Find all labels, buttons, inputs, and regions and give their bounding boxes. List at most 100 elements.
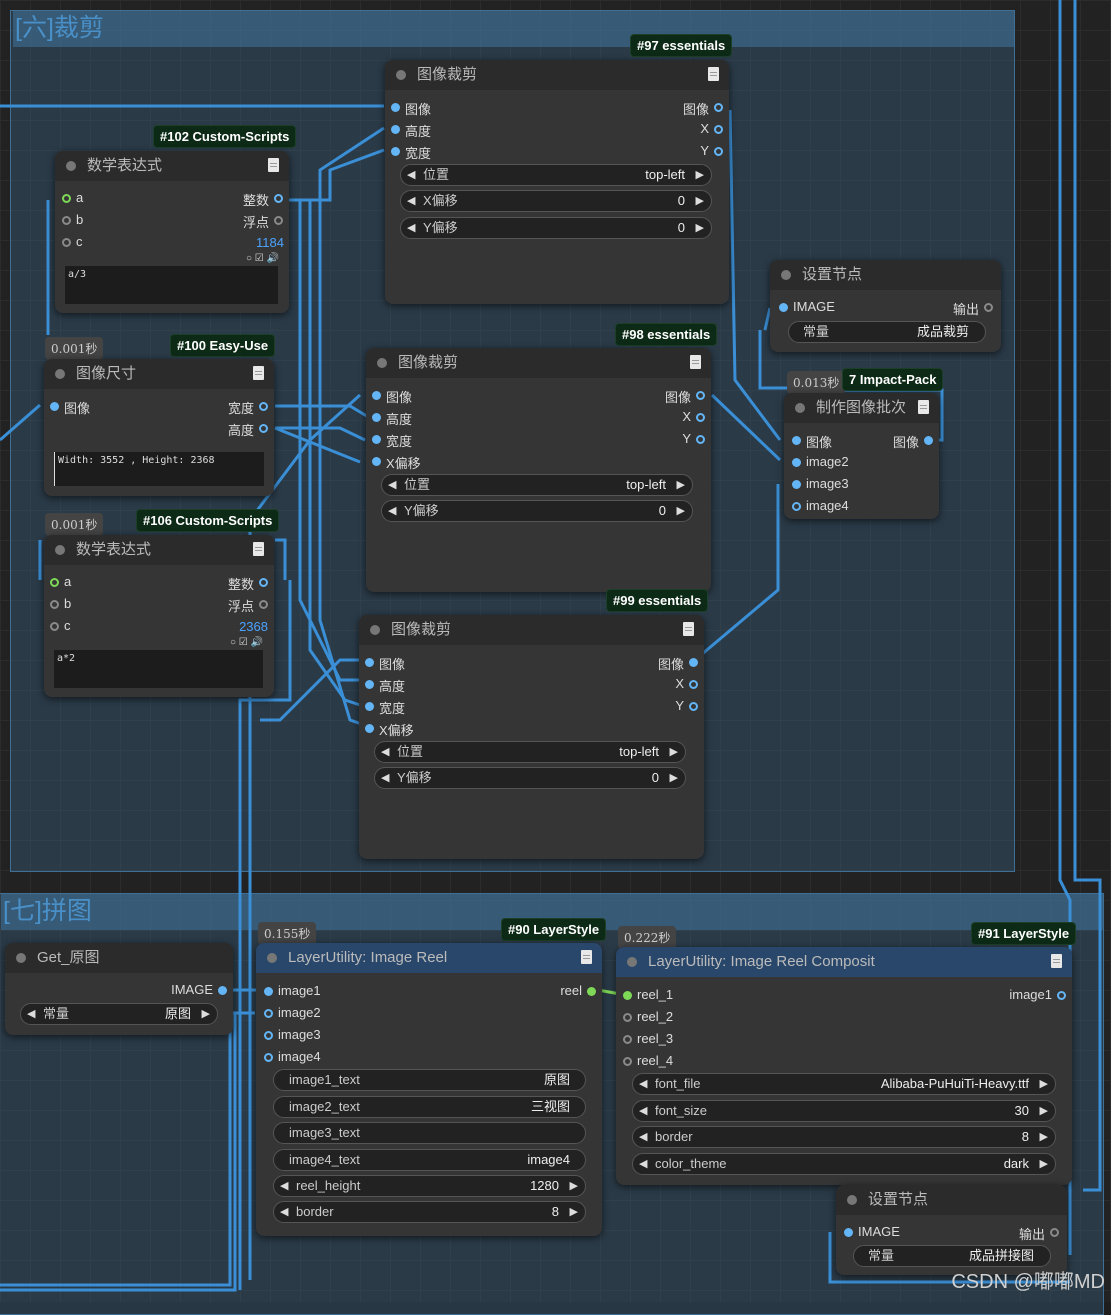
input-slot-image3[interactable]: image3: [792, 476, 849, 491]
constant-combo[interactable]: ◀ 常量 原图 ▶: [20, 1003, 218, 1025]
output-slot-float[interactable]: 浮点: [228, 596, 268, 615]
collapse-dot-icon[interactable]: [627, 957, 637, 967]
document-icon[interactable]: [918, 400, 929, 414]
expression-input[interactable]: a*2: [54, 650, 263, 688]
output-slot-y[interactable]: Y: [682, 431, 705, 446]
input-slot-reel3[interactable]: reel_3: [623, 1031, 673, 1046]
document-icon[interactable]: [253, 542, 264, 556]
input-slot-image[interactable]: 图像: [391, 99, 431, 118]
image-reel-node-90[interactable]: LayerUtility: Image Reel image1 image2 i…: [256, 943, 602, 1236]
font-file-combo[interactable]: ◀ font_file Alibaba-PuHuiTi-Heavy.ttf ▶: [632, 1073, 1056, 1095]
node-header[interactable]: 制作图像批次: [784, 393, 939, 423]
input-slot-image[interactable]: 图像: [365, 654, 405, 673]
input-slot-height[interactable]: 高度: [365, 676, 405, 695]
collapse-dot-icon[interactable]: [795, 403, 805, 413]
image-crop-node-97[interactable]: 图像裁剪 图像 高度 宽度 图像 X Y ◀ 位置 top-left ▶ ◀ X偏移 0 ▶…: [385, 60, 729, 304]
node-header[interactable]: 设置节点: [836, 1185, 1067, 1215]
make-image-batch-node[interactable]: 制作图像批次 图像 image2 image3 image4 图像: [784, 393, 939, 519]
input-slot-reel1[interactable]: reel_1: [623, 987, 673, 1002]
output-slot-float[interactable]: 浮点: [243, 212, 283, 231]
image2-text-field[interactable]: image2_text 三视图: [273, 1096, 586, 1118]
font-size-number[interactable]: ◀ font_size 30 ▶: [632, 1100, 1056, 1122]
input-slot-reel4[interactable]: reel_4: [623, 1053, 673, 1068]
border-number[interactable]: ◀ border 8 ▶: [632, 1126, 1056, 1148]
output-slot-image[interactable]: 图像: [683, 99, 723, 118]
input-slot-image4[interactable]: image4: [792, 498, 849, 513]
input-slot-b[interactable]: b: [62, 212, 83, 227]
input-slot-image[interactable]: 图像: [372, 387, 412, 406]
document-icon[interactable]: [1051, 954, 1062, 968]
input-slot-image1[interactable]: image1: [264, 983, 321, 998]
node-header[interactable]: Get_原图: [5, 943, 233, 973]
reel-height-number[interactable]: ◀ reel_height 1280 ▶: [273, 1175, 586, 1197]
input-slot-height[interactable]: 高度: [391, 121, 431, 140]
display-toggle-icons[interactable]: ○ ☑ 🔊: [230, 637, 263, 648]
input-slot-image[interactable]: 图像: [792, 432, 832, 451]
image4-text-field[interactable]: image4_text image4: [273, 1149, 586, 1171]
constant-field[interactable]: 常量 成品拼接图: [853, 1245, 1051, 1267]
get-node[interactable]: Get_原图 IMAGE ◀ 常量 原图 ▶: [5, 943, 233, 1035]
collapse-dot-icon[interactable]: [267, 953, 277, 963]
node-header[interactable]: 数学表达式: [55, 151, 289, 181]
output-slot-image[interactable]: IMAGE: [171, 982, 227, 997]
output-slot-image[interactable]: 图像: [893, 432, 933, 451]
input-slot-image[interactable]: IMAGE: [779, 299, 835, 314]
image1-text-field[interactable]: image1_text 原图: [273, 1069, 586, 1091]
input-slot-image[interactable]: IMAGE: [844, 1224, 900, 1239]
image-crop-node-98[interactable]: 图像裁剪 图像 高度 宽度 X偏移 图像 X Y ◀ 位置 top-left ▶ ◀ Y…: [366, 348, 711, 592]
input-slot-x-offset[interactable]: X偏移: [372, 453, 421, 472]
input-slot-x-offset[interactable]: X偏移: [365, 720, 414, 739]
position-combo[interactable]: ◀ 位置 top-left ▶: [374, 741, 686, 763]
input-slot-image3[interactable]: image3: [264, 1027, 321, 1042]
image-crop-node-99[interactable]: 图像裁剪 图像 高度 宽度 X偏移 图像 X Y ◀ 位置 top-left ▶ ◀ Y…: [359, 615, 704, 859]
output-slot-image1[interactable]: image1: [1009, 987, 1066, 1002]
image-size-node-100[interactable]: 图像尺寸 图像 宽度 高度 Width: 3552 , Height: 2368: [44, 359, 274, 496]
output-slot-int[interactable]: 整数: [228, 574, 268, 593]
collapse-dot-icon[interactable]: [396, 70, 406, 80]
output-slot[interactable]: 输出: [1019, 1224, 1059, 1243]
set-node-2[interactable]: 设置节点 IMAGE 输出 常量 成品拼接图: [836, 1185, 1067, 1275]
node-header[interactable]: LayerUtility: Image Reel Composit: [616, 947, 1072, 977]
collapse-dot-icon[interactable]: [847, 1195, 857, 1205]
collapse-dot-icon[interactable]: [781, 270, 791, 280]
output-slot-height[interactable]: 高度: [228, 420, 268, 439]
output-slot-image[interactable]: 图像: [658, 654, 698, 673]
y-offset-number[interactable]: ◀ Y偏移 0 ▶: [400, 217, 712, 239]
node-header[interactable]: 设置节点: [770, 260, 1001, 290]
input-slot-width[interactable]: 宽度: [372, 431, 412, 450]
document-icon[interactable]: [253, 366, 264, 380]
output-slot-y[interactable]: Y: [675, 698, 698, 713]
node-header[interactable]: 图像裁剪: [359, 615, 704, 645]
input-slot-b[interactable]: b: [50, 596, 71, 611]
image3-text-field[interactable]: image3_text: [273, 1122, 586, 1144]
input-slot-c[interactable]: c: [50, 618, 71, 633]
input-slot-width[interactable]: 宽度: [365, 698, 405, 717]
border-number[interactable]: ◀ border 8 ▶: [273, 1201, 586, 1223]
node-header[interactable]: LayerUtility: Image Reel: [256, 943, 602, 973]
output-slot[interactable]: 输出: [953, 299, 993, 318]
document-icon[interactable]: [268, 158, 279, 172]
output-slot-x[interactable]: X: [675, 676, 698, 691]
collapse-dot-icon[interactable]: [55, 369, 65, 379]
node-header[interactable]: 图像尺寸: [44, 359, 274, 389]
image-reel-composite-node-91[interactable]: LayerUtility: Image Reel Composit reel_1…: [616, 947, 1072, 1185]
position-combo[interactable]: ◀ 位置 top-left ▶: [381, 474, 693, 496]
node-header[interactable]: 数学表达式: [44, 535, 274, 565]
collapse-dot-icon[interactable]: [370, 625, 380, 635]
set-node-1[interactable]: 设置节点 IMAGE 输出 常量 成品裁剪: [770, 260, 1001, 352]
display-toggle-icons[interactable]: ○ ☑ 🔊: [246, 253, 279, 264]
document-icon[interactable]: [690, 355, 701, 369]
input-slot-reel2[interactable]: reel_2: [623, 1009, 673, 1024]
collapse-dot-icon[interactable]: [16, 953, 26, 963]
input-slot-a[interactable]: a: [50, 574, 71, 589]
input-slot-image2[interactable]: image2: [264, 1005, 321, 1020]
output-slot-y[interactable]: Y: [700, 143, 723, 158]
input-slot-c[interactable]: c: [62, 234, 83, 249]
document-icon[interactable]: [683, 622, 694, 636]
output-slot-width[interactable]: 宽度: [228, 398, 268, 417]
output-slot-int[interactable]: 整数: [243, 190, 283, 209]
color-theme-combo[interactable]: ◀ color_theme dark ▶: [632, 1153, 1056, 1175]
input-slot-a[interactable]: a: [62, 190, 83, 205]
input-slot-image4[interactable]: image4: [264, 1049, 321, 1064]
node-header[interactable]: 图像裁剪: [366, 348, 711, 378]
